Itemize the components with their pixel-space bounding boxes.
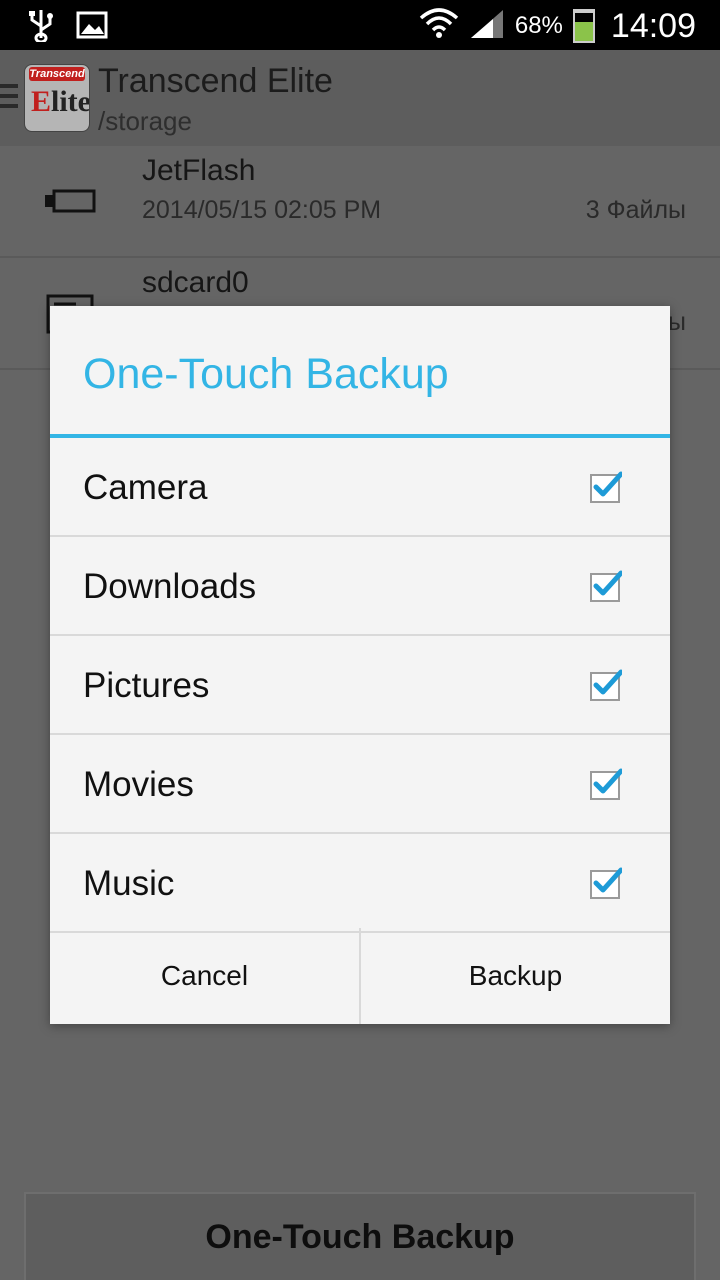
clock: 14:09 [610,6,696,45]
option-label: Downloads [83,567,257,606]
status-bar: 68% 14:09 [0,0,720,50]
dialog-title: One-Touch Backup [83,350,449,398]
option-camera[interactable]: Camera [50,438,670,537]
option-label: Pictures [83,666,210,705]
checkbox-checked-icon[interactable] [590,867,622,899]
battery-icon [572,9,595,43]
option-pictures[interactable]: Pictures [50,636,670,735]
dialog-buttons: Cancel Backup [50,928,670,1024]
app-title: Transcend Elite [98,62,333,100]
app-logo[interactable]: Transcend Elite [24,64,90,132]
option-label: Movies [83,765,194,804]
item-count: ы [668,308,686,336]
option-label: Music [83,864,175,903]
logo-wordmark: Elite [31,85,90,118]
one-touch-backup-button[interactable]: One-Touch Backup [24,1192,696,1280]
checkbox-checked-icon[interactable] [590,471,622,503]
option-label: Camera [83,468,208,507]
usb-icon [28,8,54,47]
backup-button[interactable]: Backup [359,928,670,1024]
battery-percent: 68% [514,12,563,39]
cancel-button[interactable]: Cancel [50,928,359,1024]
checkbox-checked-icon[interactable] [590,669,622,701]
signal-icon [469,8,505,45]
drawer-menu-icon[interactable] [0,84,18,114]
option-movies[interactable]: Movies [50,735,670,834]
one-touch-backup-dialog: One-Touch Backup Camera Downloads Pictur… [50,306,670,1024]
checkbox-checked-icon[interactable] [590,570,622,602]
logo-brand: Transcend [29,67,85,81]
current-path: /storage [98,106,192,136]
list-item[interactable]: JetFlash 2014/05/15 02:05 PM 3 Файлы [0,146,720,258]
item-count: 3 Файлы [585,196,686,224]
item-date: 2014/05/15 02:05 PM [142,196,382,224]
backup-options: Camera Downloads Pictures Movies Music [50,438,670,933]
item-name: JetFlash [142,154,256,187]
item-name: sdcard0 [142,266,249,299]
usb-drive-icon [45,189,96,213]
option-downloads[interactable]: Downloads [50,537,670,636]
checkbox-checked-icon[interactable] [590,768,622,800]
gallery-icon [76,11,108,44]
wifi-icon [419,6,459,47]
option-music[interactable]: Music [50,834,670,933]
